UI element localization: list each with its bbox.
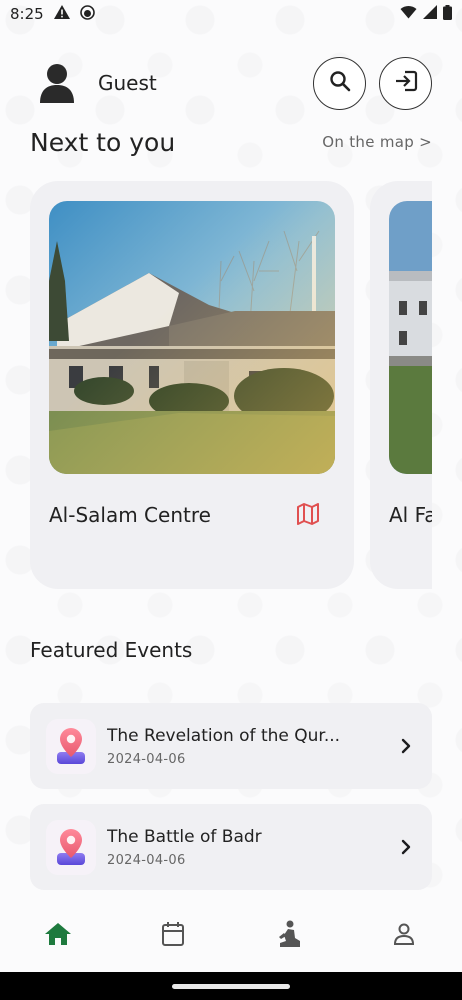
bottom-navigation <box>0 900 462 972</box>
nav-prayer[interactable] <box>231 900 347 972</box>
status-bar: 8:25 <box>0 0 462 28</box>
place-photo <box>49 201 335 474</box>
place-card[interactable]: Al-Salam Centre <box>30 181 354 589</box>
login-icon <box>394 70 418 96</box>
search-button[interactable] <box>313 56 366 110</box>
event-list-item[interactable]: The Revelation of the Qur... 2024-04-06 <box>30 703 432 789</box>
header: Guest <box>40 56 432 110</box>
signal-icon <box>423 5 437 23</box>
system-gesture-bar <box>0 972 462 1000</box>
place-card[interactable]: Al Fa <box>370 181 432 589</box>
header-actions <box>313 56 432 110</box>
login-button[interactable] <box>379 56 432 110</box>
search-icon <box>329 70 351 96</box>
place-photo <box>389 201 432 474</box>
event-text: The Revelation of the Qur... 2024-04-06 <box>107 726 396 767</box>
warning-icon <box>53 5 70 23</box>
user-name: Guest <box>98 71 157 95</box>
event-title: The Battle of Badr <box>107 826 262 847</box>
event-location-pin-icon <box>46 819 96 875</box>
user-avatar-icon[interactable] <box>40 61 76 105</box>
chevron-right-icon <box>396 738 416 754</box>
nearby-section-header: Next to you On the map > <box>30 125 432 159</box>
event-list-item[interactable]: The Battle of Badr 2024-04-06 <box>30 804 432 890</box>
event-title: The Revelation of the Qur... <box>107 725 341 746</box>
profile-icon <box>393 923 415 949</box>
nav-profile[interactable] <box>347 900 462 972</box>
featured-events-title: Featured Events <box>30 638 193 662</box>
battery-icon <box>443 4 452 24</box>
nav-events[interactable] <box>116 900 232 972</box>
calendar-icon <box>161 921 185 951</box>
app-notification-icon <box>79 4 95 24</box>
map-icon[interactable] <box>296 503 320 529</box>
event-date: 2024-04-06 <box>107 852 186 868</box>
nearby-title: Next to you <box>30 127 176 157</box>
prayer-icon <box>276 920 302 952</box>
chevron-right-icon <box>396 839 416 855</box>
home-indicator[interactable] <box>172 984 290 989</box>
wifi-icon <box>400 5 417 23</box>
place-name: Al-Salam Centre <box>49 503 211 527</box>
status-time: 8:25 <box>10 5 44 23</box>
event-text: The Battle of Badr 2024-04-06 <box>107 827 396 868</box>
nav-home[interactable] <box>0 900 116 972</box>
home-icon <box>44 922 72 950</box>
place-name: Al Fa <box>389 503 432 527</box>
event-location-pin-icon <box>46 718 96 774</box>
event-date: 2024-04-06 <box>107 751 186 767</box>
nearby-places-carousel[interactable]: Al-Salam Centre Al Fa <box>30 181 432 589</box>
on-the-map-link[interactable]: On the map > <box>322 133 432 151</box>
